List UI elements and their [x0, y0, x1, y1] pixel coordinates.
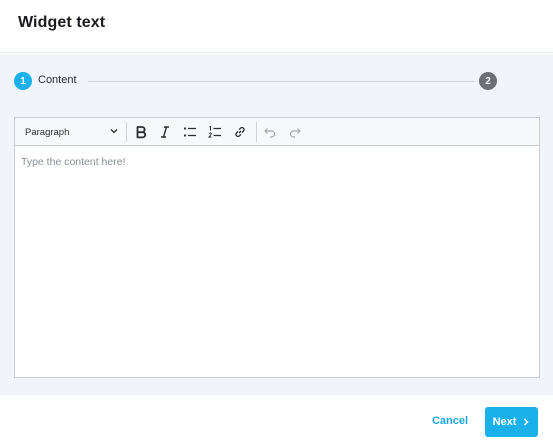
- editor-toolbar: Paragraph: [15, 118, 539, 146]
- bulleted-list-icon: [183, 127, 196, 137]
- italic-button[interactable]: [155, 122, 175, 142]
- next-button[interactable]: Next: [485, 407, 538, 437]
- dialog-title: Widget text: [18, 14, 106, 31]
- undo-button[interactable]: [260, 122, 280, 142]
- numbered-list-icon: [208, 125, 221, 138]
- link-button[interactable]: [230, 122, 250, 142]
- italic-icon: [161, 126, 169, 138]
- step-2-indicator[interactable]: 2: [479, 72, 497, 90]
- chevron-down-icon: [110, 129, 118, 134]
- numbered-list-button[interactable]: [205, 122, 225, 142]
- bold-button[interactable]: [131, 122, 151, 142]
- block-format-value: Paragraph: [25, 126, 70, 138]
- toolbar-separator: [256, 122, 257, 142]
- link-icon: [235, 126, 245, 138]
- stepper-connector: [88, 81, 474, 82]
- step-1-indicator[interactable]: 1: [14, 72, 32, 90]
- chevron-right-icon: [524, 418, 529, 426]
- bulleted-list-button[interactable]: [180, 122, 200, 142]
- cancel-button[interactable]: Cancel: [424, 410, 476, 432]
- bold-icon: [136, 126, 147, 139]
- dialog-header: Widget text: [0, 0, 553, 53]
- redo-icon: [289, 128, 301, 138]
- next-button-label: Next: [492, 416, 517, 428]
- step-1-label: Content: [38, 74, 77, 86]
- editor-content-placeholder[interactable]: Type the content here!: [21, 156, 126, 168]
- rich-text-editor: Paragraph Type the content here!: [14, 117, 540, 378]
- redo-button[interactable]: [285, 122, 305, 142]
- stepper: 1 Content 2: [14, 72, 498, 90]
- undo-icon: [264, 128, 276, 138]
- toolbar-separator: [126, 122, 127, 142]
- block-format-select[interactable]: Paragraph: [19, 122, 123, 142]
